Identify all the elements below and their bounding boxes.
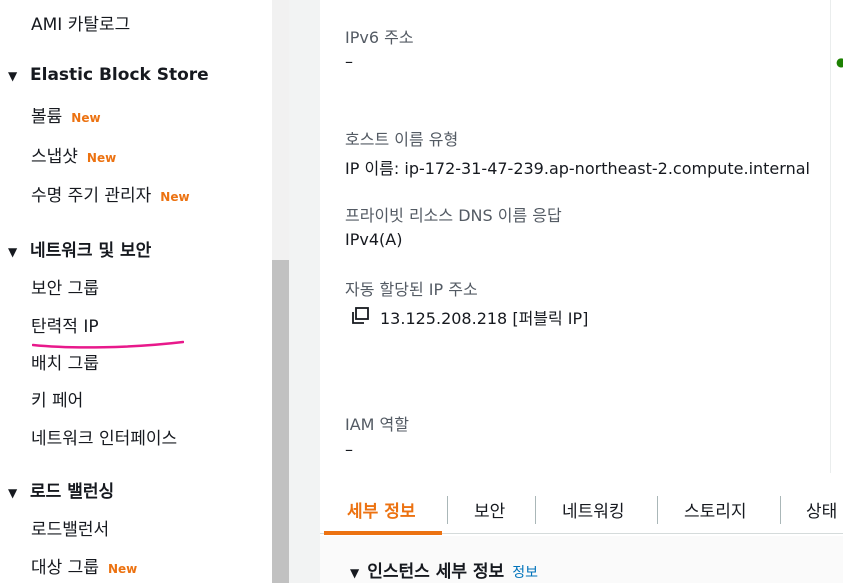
caret-down-icon: ▼	[8, 486, 18, 500]
tab-security[interactable]: 보안	[474, 497, 505, 522]
tab-status[interactable]: 상태	[806, 497, 837, 522]
new-badge: New	[107, 562, 138, 576]
copy-icon[interactable]	[350, 307, 370, 325]
sidebar-item-label: 스냅샷	[31, 147, 78, 167]
tab-divider	[447, 496, 448, 524]
sidebar-item-label: 로드밸런서	[31, 520, 110, 540]
private-dns-answer-label: 프라이빗 리소스 DNS 이름 응답	[345, 206, 562, 225]
auto-assigned-ip-value: 13.125.208.218 [퍼블릭 IP]	[380, 309, 589, 328]
sidebar-section-title: 네트워크 및 보안	[30, 241, 152, 261]
sidebar-scrollbar-thumb[interactable]	[272, 260, 289, 583]
sidebar-section-title: Elastic Block Store	[30, 65, 209, 85]
new-badge: New	[160, 190, 190, 204]
new-badge: New	[71, 111, 101, 125]
new-badge: New	[86, 151, 117, 165]
sidebar-item-target-groups[interactable]: 대상 그룹 New	[31, 553, 137, 578]
tab-storage[interactable]: 스토리지	[684, 497, 747, 522]
sidebar-item-placement-groups[interactable]: 배치 그룹	[31, 349, 99, 374]
info-link[interactable]: 정보	[512, 565, 538, 581]
sidebar-item-label: 보안 그룹	[31, 279, 99, 299]
sidebar-item-label: 대상 그룹	[31, 558, 99, 578]
sidebar-item-label: 배치 그룹	[31, 354, 99, 374]
sidebar-item-label: AMI 카탈로그	[31, 15, 131, 35]
caret-down-icon: ▼	[8, 69, 18, 83]
auto-assigned-ip-label: 자동 할당된 IP 주소	[345, 280, 478, 299]
sidebar-item-load-balancers[interactable]: 로드밸런서	[31, 515, 109, 540]
sidebar-section-network-security[interactable]: ▼ 네트워크 및 보안	[8, 236, 151, 261]
sidebar-section-load-balancing[interactable]: ▼ 로드 밸런싱	[8, 477, 114, 502]
content-gutter	[289, 0, 320, 583]
sidebar-item-network-interfaces[interactable]: 네트워크 인터페이스	[31, 424, 177, 449]
sidebar-item-label: 키 페어	[31, 391, 84, 411]
instance-details-section-header[interactable]: ▼ 인스턴스 세부 정보 정보	[350, 557, 538, 582]
sidebar-item-security-groups[interactable]: 보안 그룹	[31, 274, 99, 299]
sidebar-item-label: 탄력적 IP	[31, 317, 99, 337]
iam-role-value: –	[345, 440, 353, 459]
tab-divider	[535, 496, 536, 524]
sidebar-item-elastic-ip[interactable]: 탄력적 IP	[31, 312, 99, 337]
status-indicator-fragment: ●	[836, 55, 843, 69]
section-title-text: 인스턴스 세부 정보	[367, 562, 505, 582]
tab-details[interactable]: 세부 정보	[347, 497, 415, 522]
column-divider	[830, 0, 831, 473]
hostname-type-value: IP 이름: ip-172-31-47-239.ap-northeast-2.c…	[345, 159, 810, 178]
sidebar: AMI 카탈로그 ▼ Elastic Block Store 볼륨 New 스냅샷 N…	[0, 0, 272, 583]
tab-divider	[780, 496, 781, 524]
sidebar-item-label: 네트워크 인터페이스	[31, 429, 178, 449]
hostname-type-label: 호스트 이름 유형	[345, 130, 459, 149]
ipv6-value: –	[345, 52, 353, 71]
caret-down-icon: ▼	[350, 566, 360, 580]
sidebar-section-ebs[interactable]: ▼ Elastic Block Store	[8, 65, 209, 85]
sidebar-item-key-pairs[interactable]: 키 페어	[31, 386, 83, 411]
ipv6-label: IPv6 주소	[345, 28, 414, 47]
iam-role-label: IAM 역할	[345, 415, 409, 434]
sidebar-section-title: 로드 밸런싱	[30, 482, 115, 502]
tab-networking[interactable]: 네트워킹	[562, 497, 625, 522]
sidebar-item-lifecycle-manager[interactable]: 수명 주기 관리자 New	[31, 181, 190, 206]
private-dns-answer-value: IPv4(A)	[345, 230, 403, 249]
sidebar-item-label: 수명 주기 관리자	[31, 186, 152, 206]
sidebar-item-ami-catalog[interactable]: AMI 카탈로그	[31, 10, 130, 35]
sidebar-item-volumes[interactable]: 볼륨 New	[31, 102, 101, 127]
active-tab-indicator	[324, 531, 442, 535]
tab-divider	[657, 496, 658, 524]
caret-down-icon: ▼	[8, 245, 18, 259]
sidebar-item-label: 볼륨	[31, 107, 63, 127]
sidebar-item-snapshots[interactable]: 스냅샷 New	[31, 142, 116, 167]
